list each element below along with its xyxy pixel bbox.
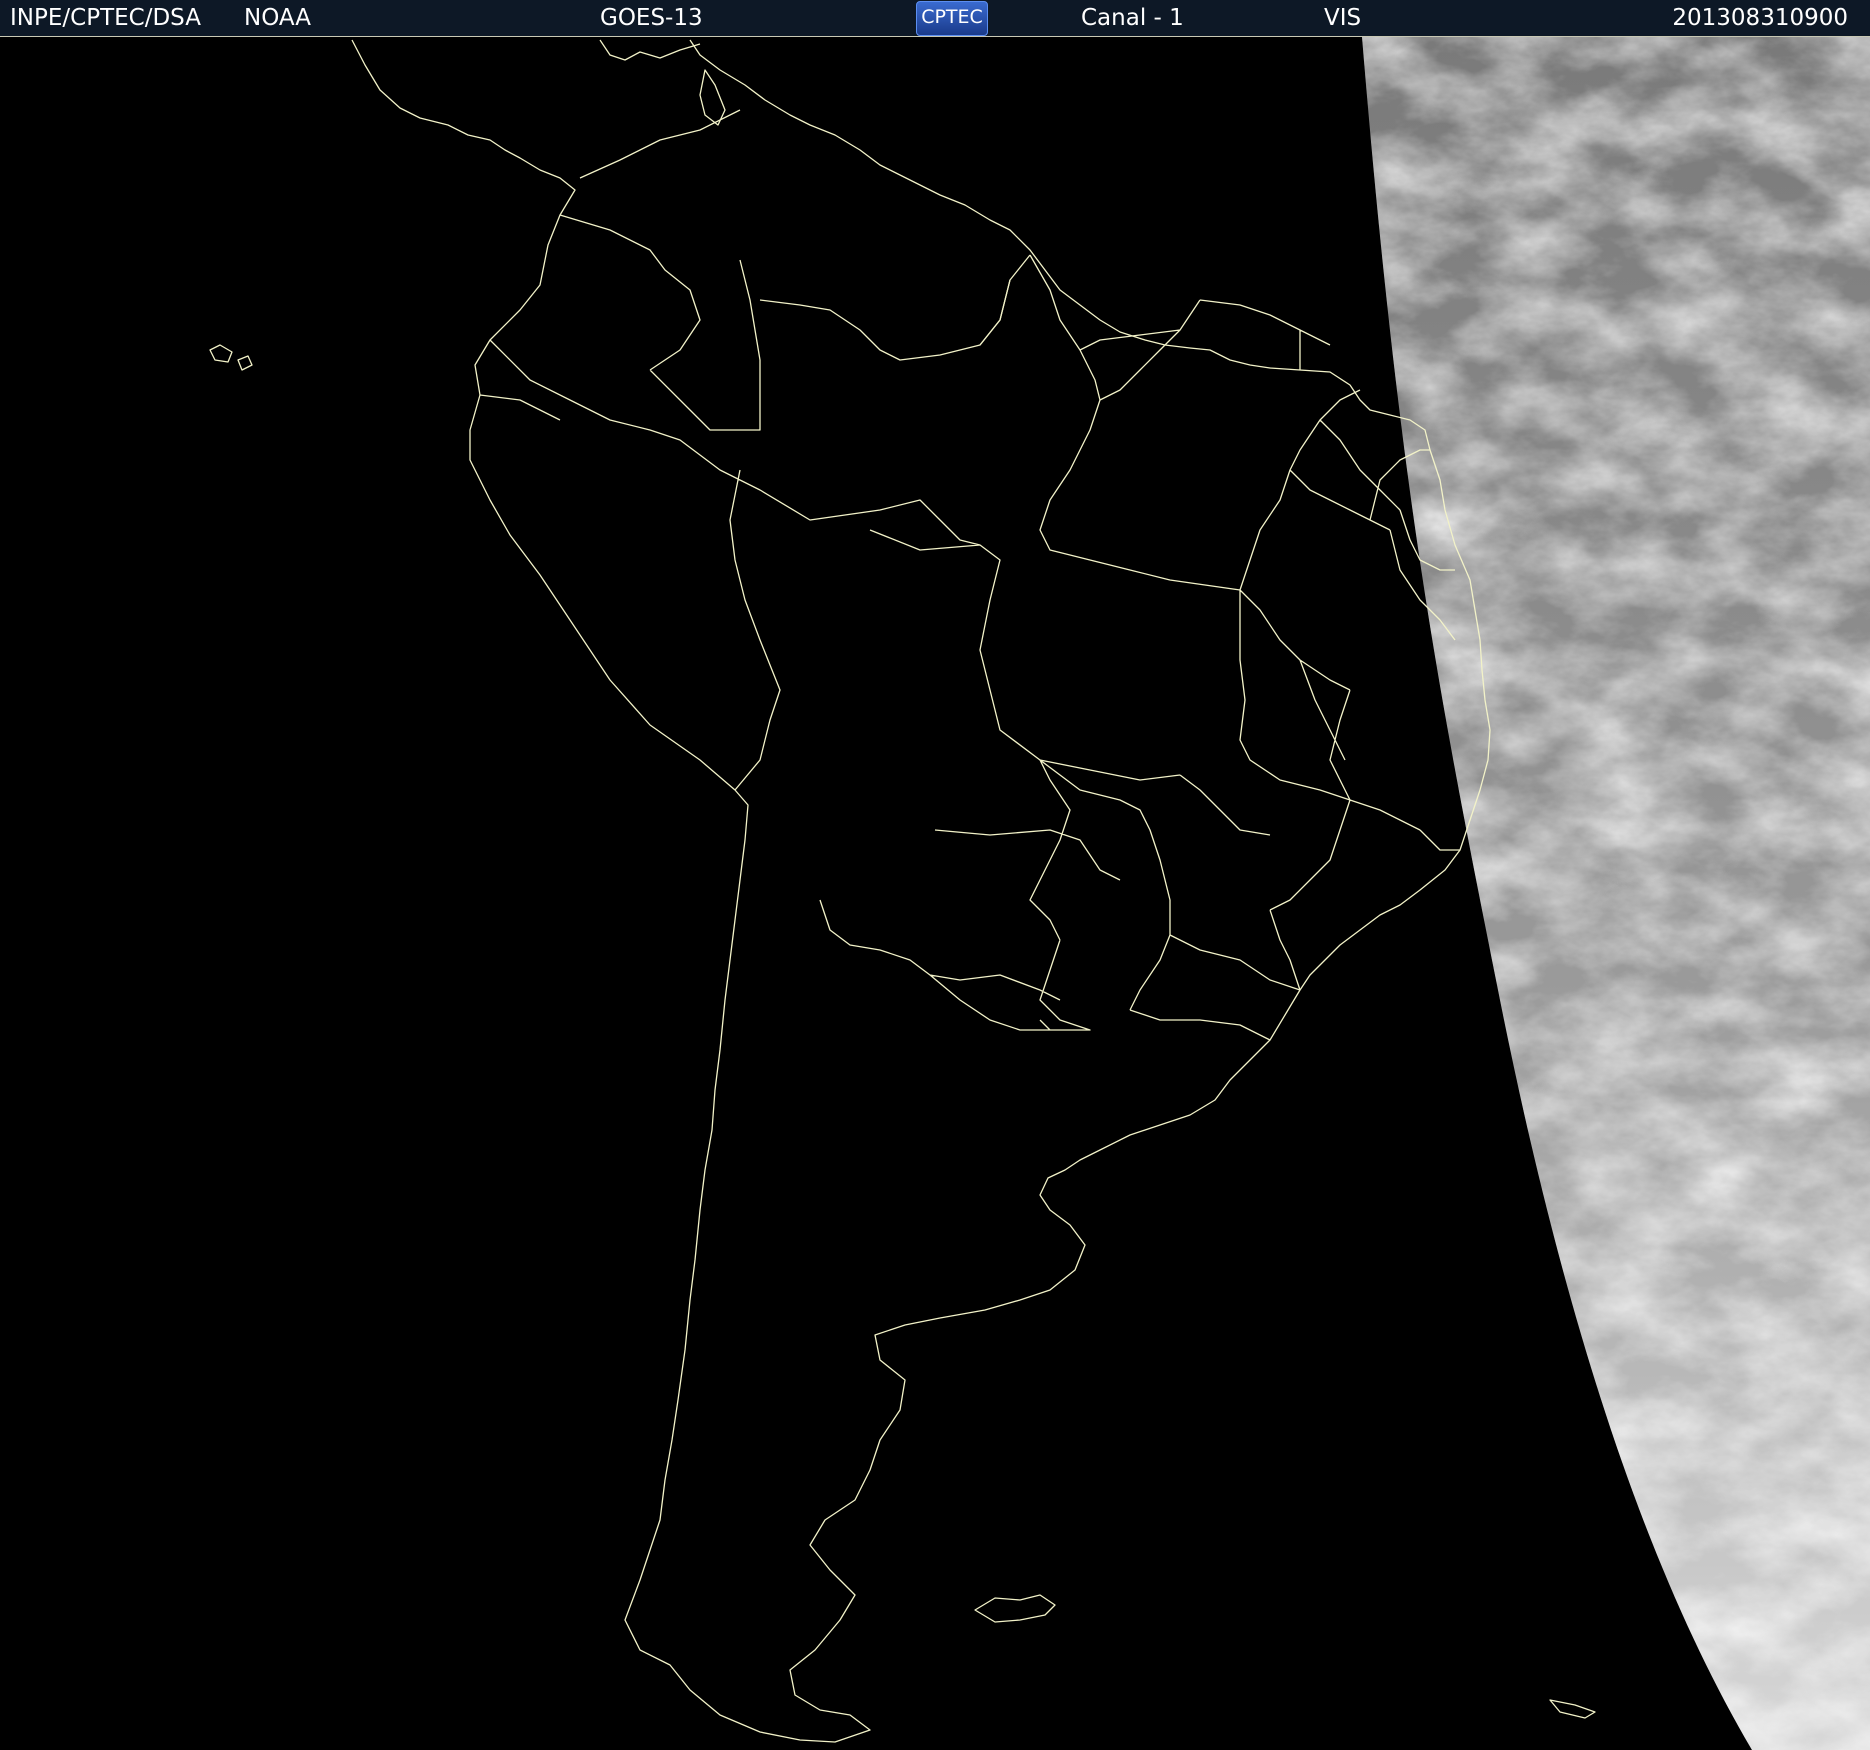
logo-text: CPTEC — [921, 6, 983, 28]
timestamp-label: 201308310900 — [1672, 5, 1848, 31]
channel-label: Canal - 1 — [1081, 5, 1184, 31]
band-label: VIS — [1324, 5, 1362, 31]
satellite-label: GOES-13 — [600, 5, 703, 31]
source-label: INPE/CPTEC/DSA — [10, 5, 201, 31]
cptec-logo: CPTEC — [916, 1, 988, 36]
title-bar: INPE/CPTEC/DSA NOAA GOES-13 CPTEC Canal … — [0, 0, 1870, 37]
agency-label: NOAA — [244, 5, 312, 31]
satellite-map[interactable] — [0, 37, 1870, 1750]
